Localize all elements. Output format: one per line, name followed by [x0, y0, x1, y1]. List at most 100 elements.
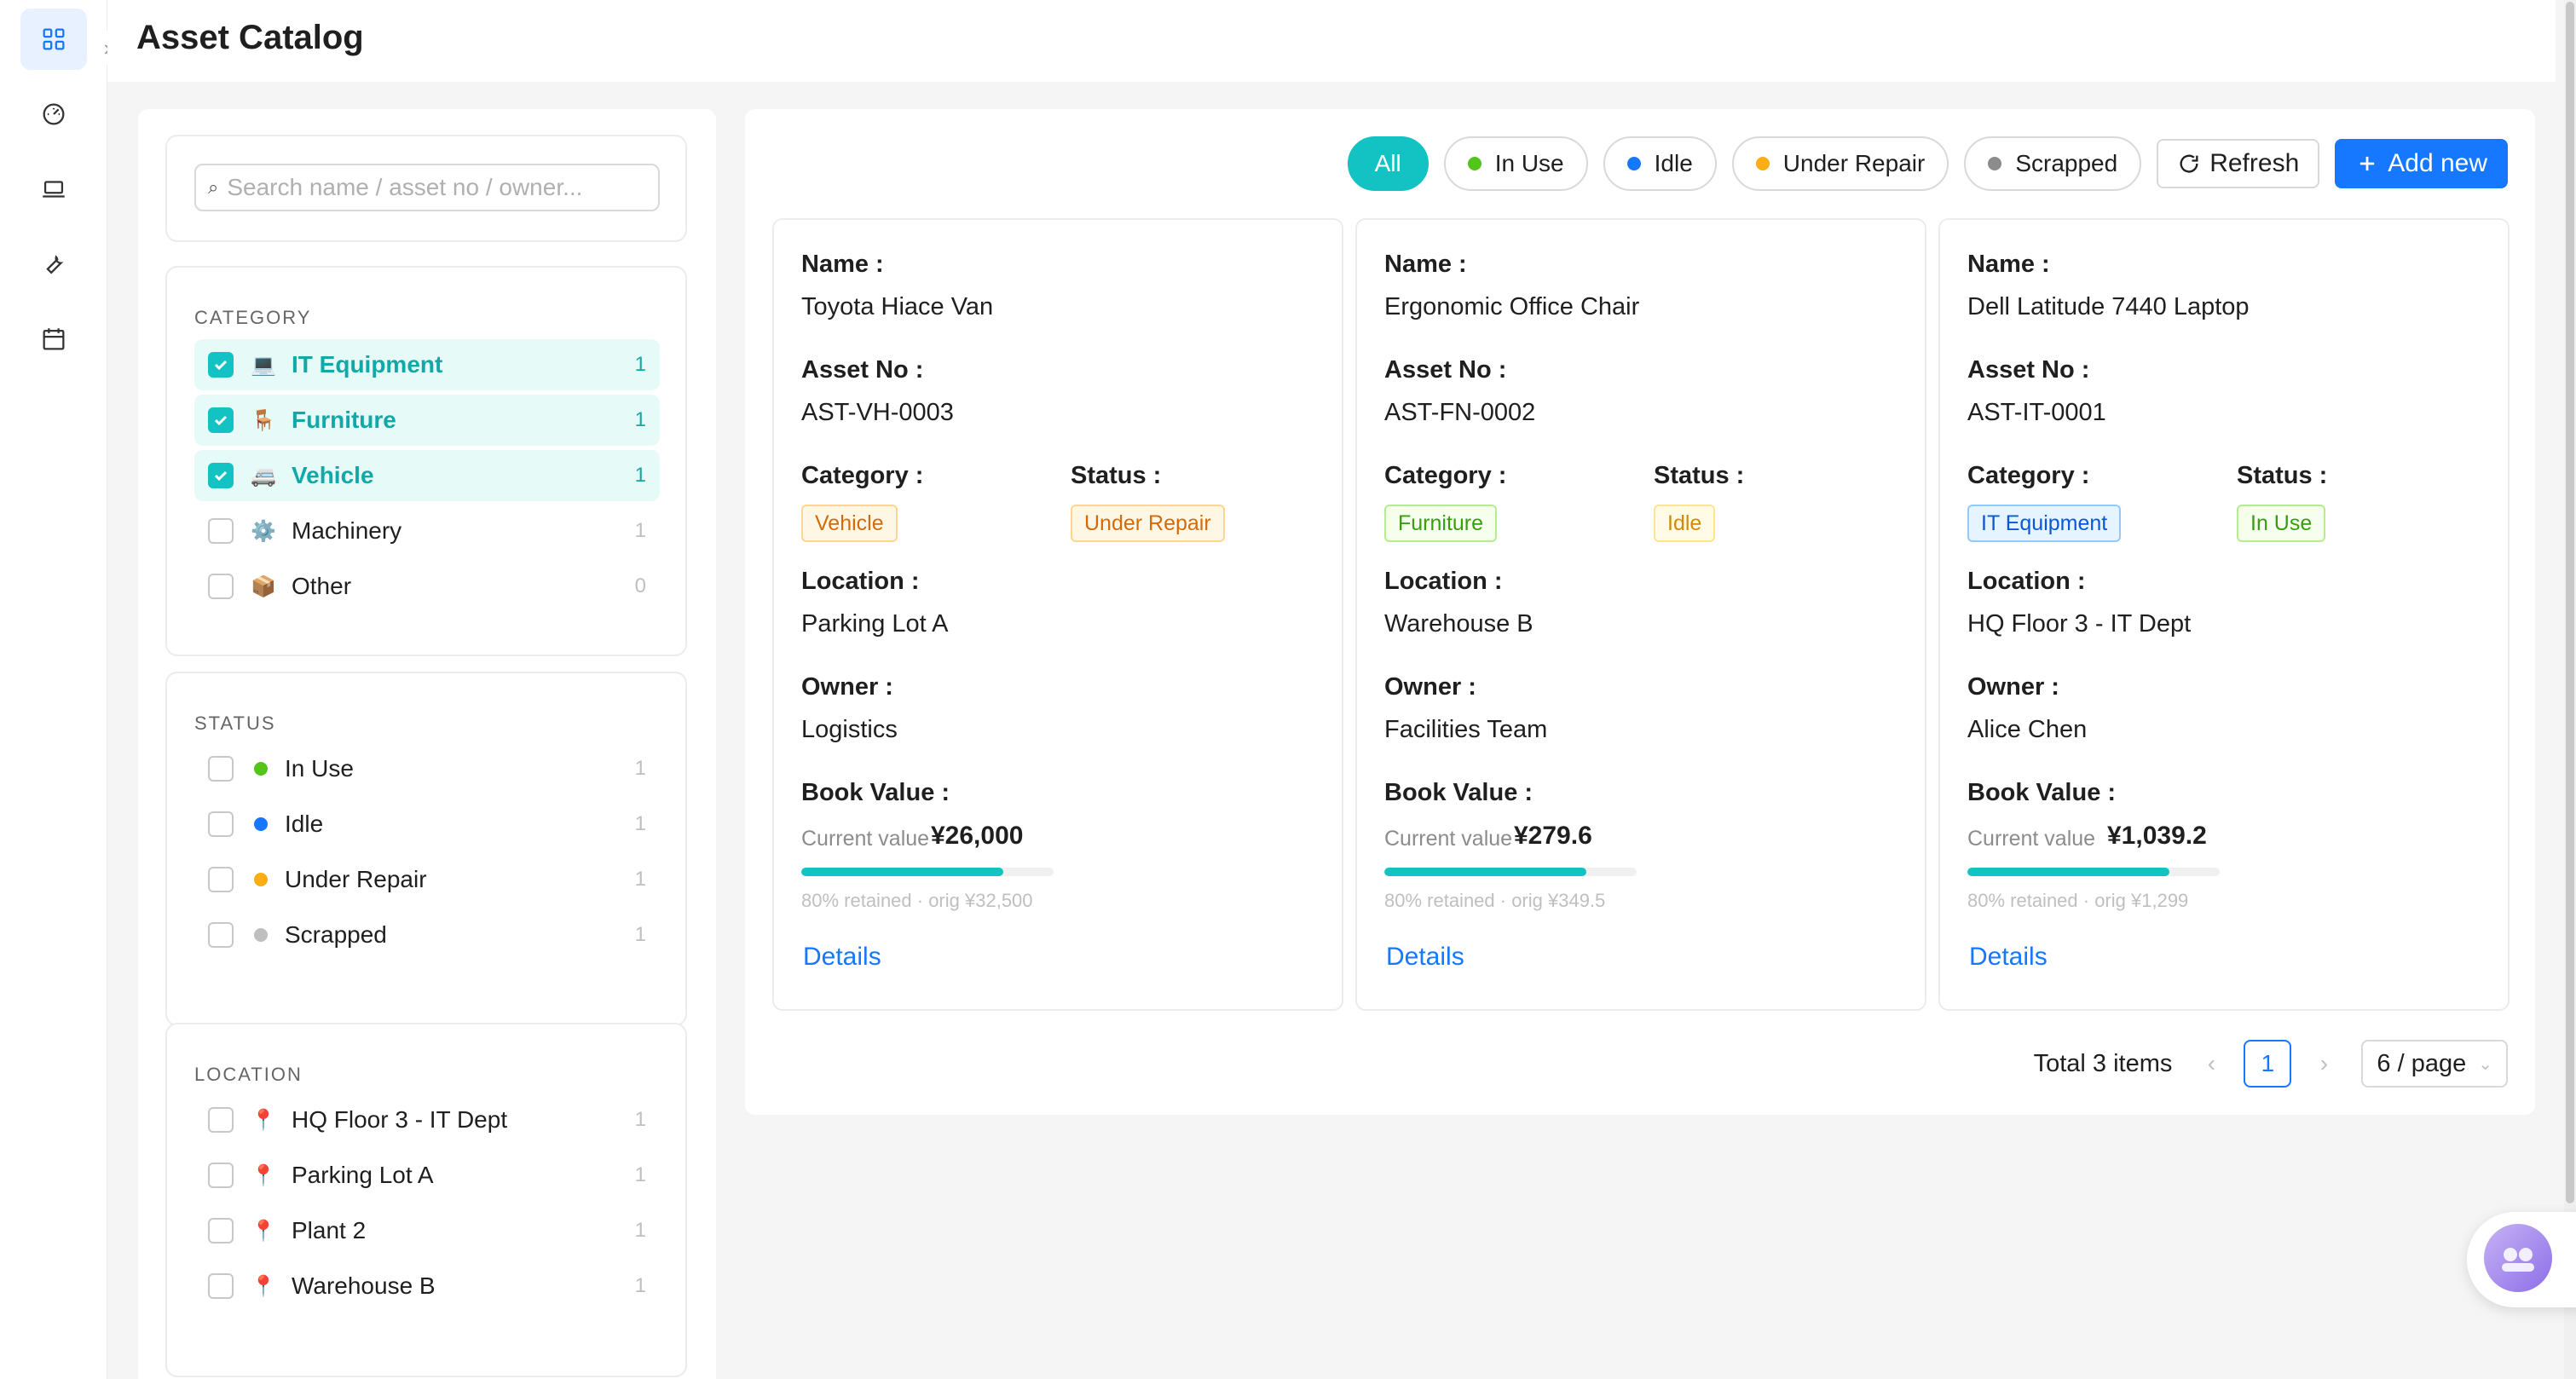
category-filter-option[interactable]: ⚙️ Machinery 1 — [194, 505, 660, 557]
add-new-button[interactable]: Add new — [2335, 139, 2508, 188]
pin-icon: 📍 — [251, 1163, 276, 1187]
filter-pill-scrapped[interactable]: Scrapped — [1964, 136, 2142, 191]
location-filter-option[interactable]: 📍 HQ Floor 3 - IT Dept 1 — [194, 1094, 660, 1145]
category-label: Category : — [1967, 462, 2090, 489]
location-filter-option[interactable]: 📍 Plant 2 1 — [194, 1205, 660, 1256]
status-section-title: STATUS — [194, 713, 276, 734]
asset-owner: Alice Chen — [1967, 716, 2088, 743]
filter-option-label: Scrapped — [285, 921, 387, 948]
total-count: Total 3 items — [2033, 1049, 2173, 1077]
laptop-icon[interactable] — [20, 159, 87, 220]
next-page-icon[interactable]: › — [2308, 1050, 2339, 1077]
add-new-label: Add new — [2388, 149, 2487, 177]
status-label: Status : — [1654, 462, 1745, 489]
location-label: Location : — [801, 568, 920, 595]
checkbox[interactable] — [208, 756, 234, 782]
checkbox[interactable] — [208, 811, 234, 837]
status-filter-option[interactable]: In Use 1 — [194, 743, 660, 794]
filter-option-count: 1 — [634, 1274, 646, 1297]
checkbox[interactable] — [208, 407, 234, 433]
plus-icon — [2360, 156, 2375, 171]
asset-no-label: Asset No : — [801, 356, 924, 384]
filter-pill-idle[interactable]: Idle — [1603, 136, 1717, 191]
category-icon: 🪑 — [251, 408, 276, 432]
search-input[interactable] — [227, 174, 637, 201]
asset-no: AST-VH-0003 — [801, 399, 954, 426]
status-dot-icon — [254, 928, 268, 942]
refresh-icon — [2180, 154, 2198, 173]
gauge-icon[interactable] — [20, 84, 87, 145]
checkbox[interactable] — [208, 922, 234, 948]
category-filter-option[interactable]: 📦 Other 0 — [194, 561, 660, 612]
filter-option-count: 1 — [634, 408, 646, 431]
details-link[interactable]: Details — [1969, 943, 2048, 972]
filter-option-count: 1 — [634, 1219, 646, 1242]
search-field[interactable]: ⌕ — [194, 164, 660, 211]
page-scrollbar[interactable] — [2564, 0, 2576, 1379]
current-value-label: Current value — [1967, 827, 2096, 851]
book-value-label: Book Value : — [1384, 779, 1533, 806]
asset-no-label: Asset No : — [1384, 356, 1507, 384]
refresh-button[interactable]: Refresh — [2157, 139, 2320, 188]
checkbox[interactable] — [208, 1163, 234, 1188]
dashboard-grid-icon[interactable] — [20, 9, 87, 70]
checkbox[interactable] — [208, 1273, 234, 1299]
checkbox[interactable] — [208, 867, 234, 892]
status-filter-option[interactable]: Scrapped 1 — [194, 909, 660, 961]
nav-rail — [0, 0, 107, 1379]
location-filter-option[interactable]: 📍 Warehouse B 1 — [194, 1261, 660, 1312]
pin-icon: 📍 — [251, 1274, 276, 1298]
status-badge: Idle — [1654, 505, 1716, 542]
name-label: Name : — [1384, 251, 1467, 278]
assistant-avatar-icon — [2484, 1224, 2552, 1292]
category-label: Category : — [1384, 462, 1507, 489]
category-tag: Vehicle — [801, 505, 898, 542]
status-filter-option[interactable]: Under Repair 1 — [194, 854, 660, 905]
retained-progress-fill — [801, 868, 1003, 876]
page-1-button[interactable]: 1 — [2244, 1040, 2292, 1088]
category-section-title: CATEGORY — [194, 307, 312, 328]
status-filter-option[interactable]: Idle 1 — [194, 799, 660, 850]
filter-panel: ⌕ CATEGORY 💻 IT Equipment 1 🪑 Furniture 1 🚐 Veh… — [138, 109, 716, 1379]
location-filter-option[interactable]: 📍 Parking Lot A 1 — [194, 1150, 660, 1201]
chevron-down-icon: ⌄ — [2478, 1054, 2492, 1074]
checkbox[interactable] — [208, 463, 234, 488]
status-dot-icon — [1626, 157, 1641, 170]
filter-pill-all[interactable]: All — [1347, 136, 1429, 191]
owner-label: Owner : — [1967, 673, 2059, 701]
help-chat-bubble[interactable] — [2467, 1212, 2576, 1307]
status-label: Status : — [1071, 462, 1162, 489]
filter-pill-in-use[interactable]: In Use — [1443, 136, 1588, 191]
page-title: Asset Catalog — [136, 19, 364, 56]
pill-label: Scrapped — [2015, 150, 2118, 176]
category-filter-option[interactable]: 💻 IT Equipment 1 — [194, 339, 660, 390]
checkbox[interactable] — [208, 352, 234, 378]
calendar-icon[interactable] — [20, 309, 87, 370]
retained-progress-bar — [1384, 868, 1637, 876]
scrollbar-thumb[interactable] — [2566, 2, 2574, 1203]
current-value: ¥279.6 — [1514, 822, 1592, 850]
checkbox[interactable] — [208, 574, 234, 599]
category-icon: 🚐 — [251, 464, 276, 488]
asset-no: AST-IT-0001 — [1967, 399, 2106, 426]
checkbox[interactable] — [208, 1218, 234, 1243]
checkbox[interactable] — [208, 1107, 234, 1133]
filter-option-label: Under Repair — [285, 866, 427, 892]
name-label: Name : — [801, 251, 884, 278]
status-dot-icon — [254, 873, 268, 886]
filter-option-count: 1 — [634, 868, 646, 891]
pin-icon: 📍 — [251, 1108, 276, 1132]
checkbox[interactable] — [208, 518, 234, 544]
wrench-icon[interactable] — [20, 234, 87, 295]
category-filter-option[interactable]: 🪑 Furniture 1 — [194, 395, 660, 446]
details-link[interactable]: Details — [803, 943, 881, 972]
filter-pill-under-repair[interactable]: Under Repair — [1731, 136, 1949, 191]
prev-page-icon[interactable]: ‹ — [2196, 1050, 2227, 1077]
filter-option-count: 1 — [634, 519, 646, 542]
book-value-label: Book Value : — [1967, 779, 2117, 806]
asset-card: Name : Dell Latitude 7440 Laptop Asset No … — [1938, 218, 2510, 1011]
details-link[interactable]: Details — [1386, 943, 1464, 972]
page-size-select[interactable]: 6 / page ⌄ — [2361, 1040, 2508, 1088]
category-filter-option[interactable]: 🚐 Vehicle 1 — [194, 450, 660, 501]
asset-name: Ergonomic Office Chair — [1384, 293, 1640, 320]
